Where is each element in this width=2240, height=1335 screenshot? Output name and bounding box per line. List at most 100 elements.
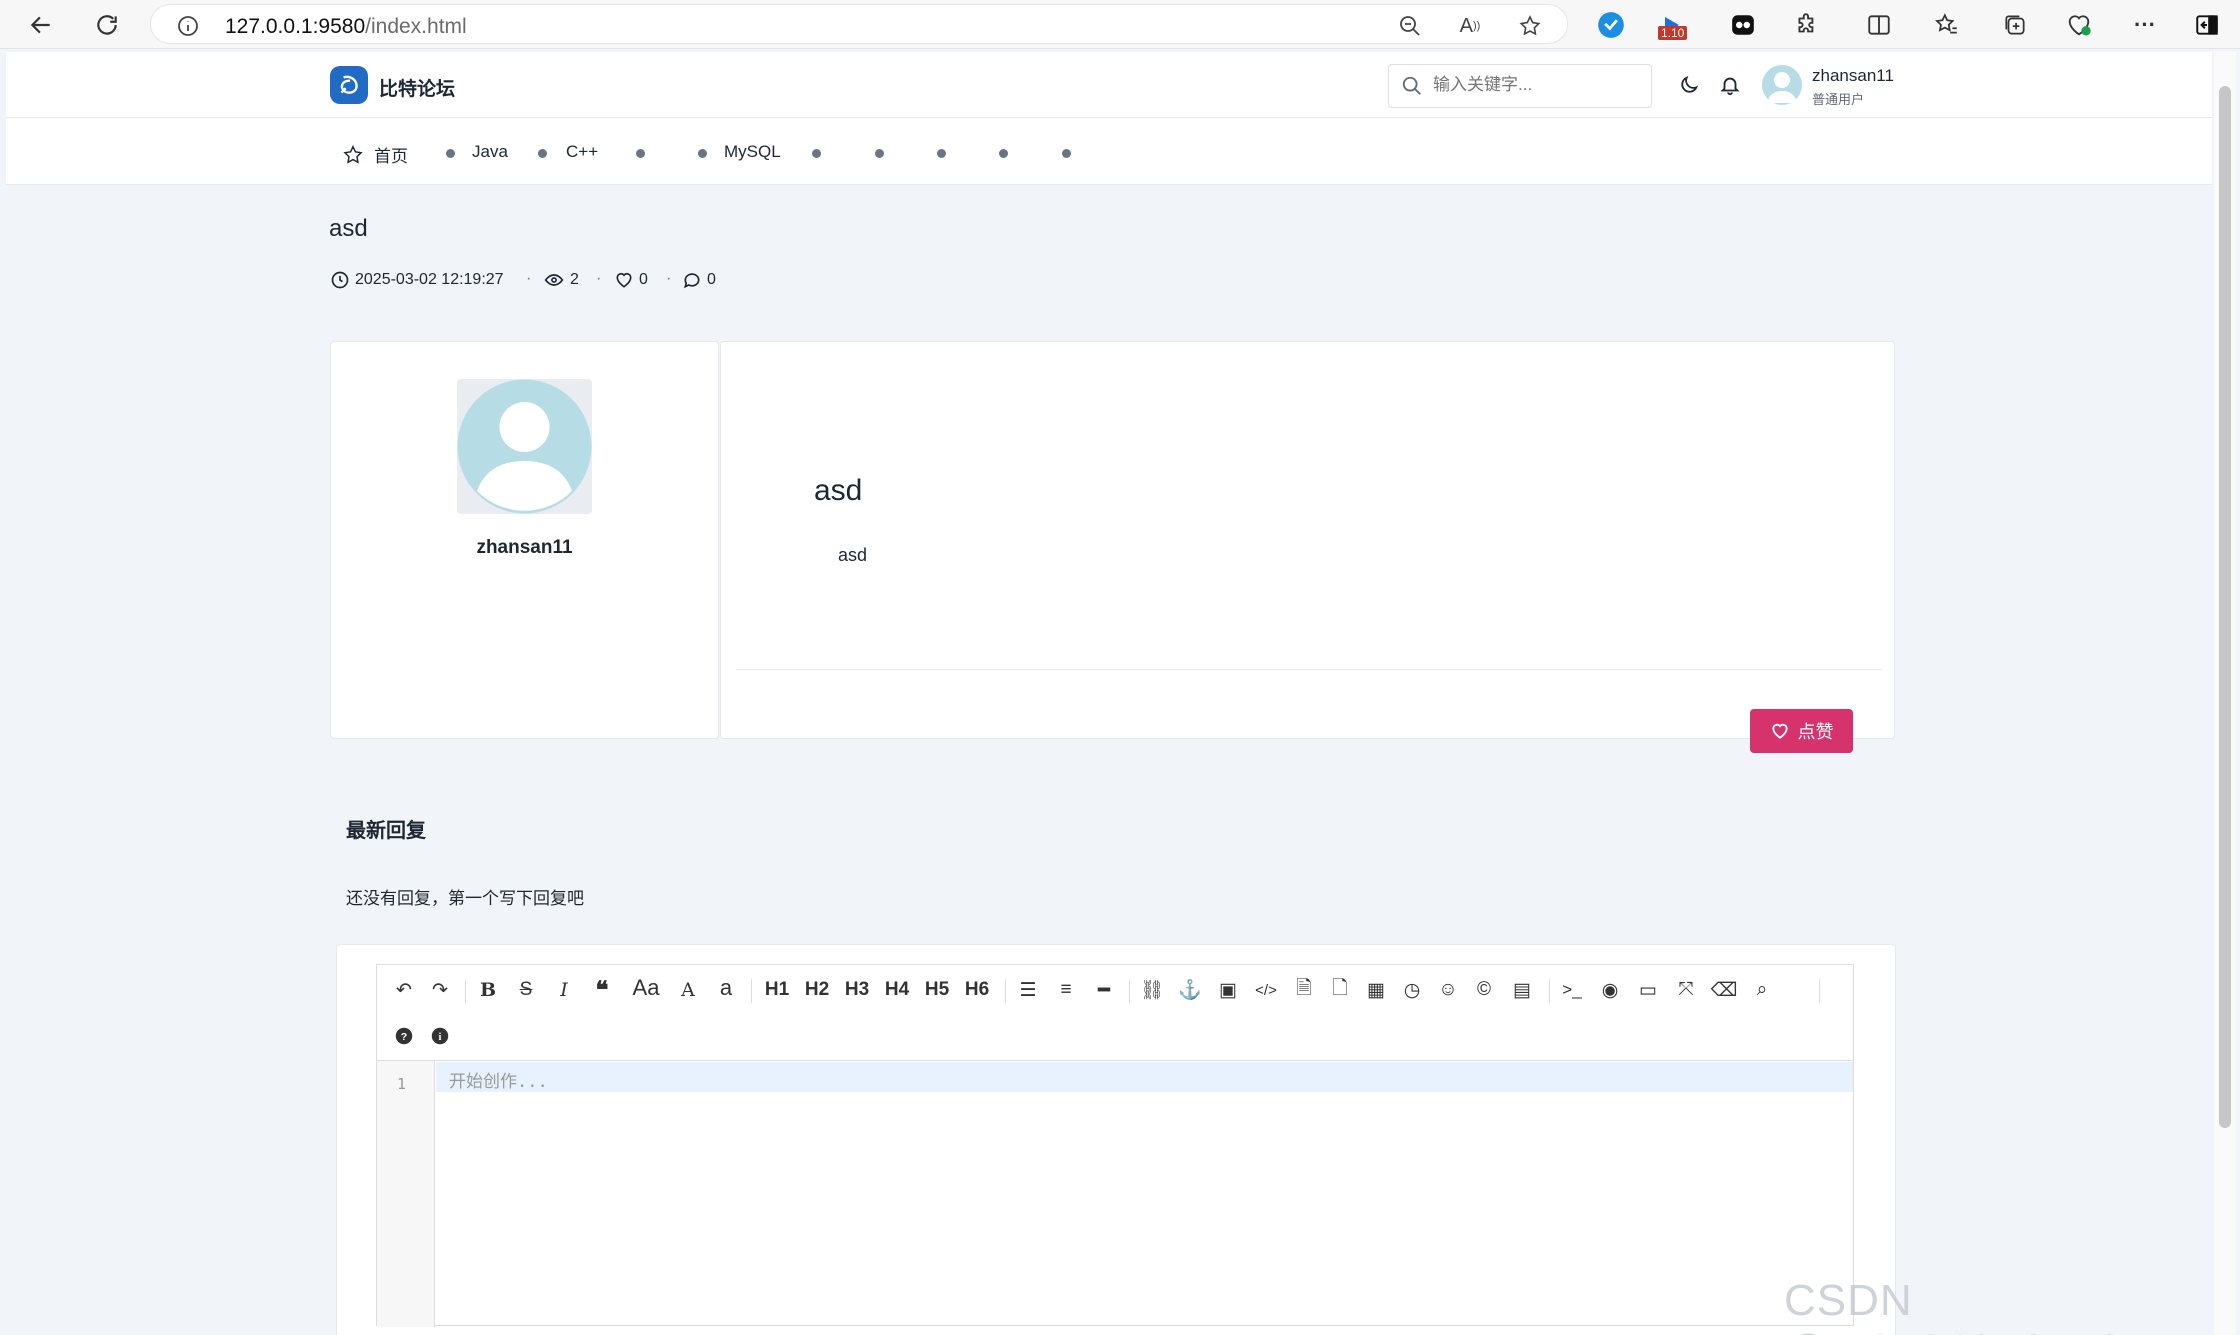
nav-item-empty[interactable] [1062,149,1071,158]
link-icon[interactable]: ⛓ [1137,975,1167,1005]
fullscreen-icon[interactable]: ⤧ [1671,975,1701,1005]
preview-desktop-icon[interactable]: ▭ [1633,975,1663,1005]
anchor-icon[interactable]: ⚓ [1175,975,1205,1005]
toolbar-separator [1129,979,1130,1003]
collections-icon[interactable] [2000,10,2030,40]
user-avatar[interactable] [1762,65,1802,105]
html-entities-icon[interactable]: © [1469,975,1499,1005]
datetime-icon[interactable]: ◷ [1397,975,1427,1005]
toolbar-separator [465,979,466,1003]
meta-separator: · [596,270,602,287]
post-datetime: 2025-03-02 12:19:27 [330,270,504,290]
notification-bell-icon[interactable] [1719,74,1741,96]
nav-item-mysql[interactable]: MySQL [724,142,781,162]
search-icon [1402,76,1421,95]
markdown-editor: ↶ ↷ B S I ❝ Aa A a H1 H2 H3 H4 H5 H6 ☰ ≡… [376,964,1854,1327]
info-icon[interactable]: i [425,1021,455,1051]
nav-item-empty[interactable] [636,149,645,158]
emoji-icon[interactable]: ☺ [1433,975,1463,1005]
content-heading: asd [814,474,863,507]
board-navigation [6,118,2212,185]
back-button[interactable] [24,8,58,42]
uppercase-icon[interactable]: Aa [625,973,667,1003]
nav-item-empty[interactable] [875,149,884,158]
favorites-icon[interactable] [1932,10,1962,40]
toolbar-separator [751,979,752,1003]
heading-h3-button[interactable]: H3 [839,975,875,1005]
nav-item-cpp[interactable]: C++ [566,142,598,162]
horizontal-rule-icon[interactable]: ━ [1089,975,1119,1005]
sidebar-toggle-icon[interactable] [2192,10,2222,40]
nav-item-empty[interactable] [937,149,946,158]
help-icon[interactable]: ? [389,1021,419,1051]
header-username[interactable]: zhansan11 [1812,66,1894,86]
nav-bullet-icon [446,149,455,158]
search-input[interactable] [1433,75,1633,95]
code-block-icon[interactable]: 🗋 [1325,975,1355,1005]
nav-item-java[interactable]: Java [472,142,508,162]
heading-h2-button[interactable]: H2 [799,975,835,1005]
browser-toolbar: 127.0.0.1:9580/index.html A)) 1.10 ··· [0,0,2240,49]
forum-logo-icon[interactable] [330,66,368,104]
table-icon[interactable]: ▦ [1361,975,1391,1005]
site-info-icon[interactable] [175,13,201,39]
replies-empty-text: 还没有回复，第一个写下回复吧 [346,889,584,908]
scrollbar-thumb[interactable] [2219,86,2231,1128]
heading-h4-button[interactable]: H4 [879,975,915,1005]
preformatted-text-icon[interactable]: 🗎 [1289,975,1319,1005]
extension-app-icon[interactable] [1728,10,1758,40]
italic-icon[interactable]: I [549,975,579,1005]
search-box[interactable] [1388,64,1652,108]
quote-icon[interactable]: ❝ [587,975,617,1005]
editor-text-area[interactable] [436,1062,1853,1092]
browser-essentials-icon[interactable] [2064,10,2094,40]
favorite-star-icon[interactable] [1517,13,1543,39]
like-button-label: 点赞 [1797,722,1834,742]
more-menu-icon[interactable]: ··· [2130,10,2160,40]
extensions-puzzle-icon[interactable] [1792,10,1822,40]
heading-h5-button[interactable]: H5 [919,975,955,1005]
bold-icon[interactable]: B [473,975,503,1005]
watch-preview-icon[interactable]: ◉ [1595,975,1625,1005]
page-viewport: 比特论坛 zhansan11 普通用户 首页 Java C++ MySQL as… [6,52,2212,1335]
nav-item-empty[interactable] [999,149,1008,158]
brand-name[interactable]: 比特论坛 [379,74,455,101]
extension-video-icon[interactable]: 1.10 [1656,10,1696,40]
undo-icon[interactable]: ↶ [389,975,419,1005]
lowercase-icon[interactable]: a [711,973,741,1003]
ucwords-icon[interactable]: A [673,975,703,1005]
reload-icon [97,15,117,35]
author-name[interactable]: zhansan11 [330,537,719,559]
like-button[interactable]: 点赞 [1750,709,1853,753]
clock-icon [331,271,349,289]
strikethrough-icon[interactable]: S [511,975,541,1005]
comment-icon [684,273,700,289]
search-icon[interactable]: ⌕ [1747,975,1777,1005]
unordered-list-icon[interactable]: ☰ [1013,975,1043,1005]
address-bar[interactable]: 127.0.0.1:9580/index.html A)) [150,4,1568,44]
toolbar-separator [1819,979,1820,1003]
author-avatar[interactable] [457,379,592,514]
code-icon[interactable]: </> [1251,975,1281,1005]
zoom-out-icon[interactable] [1397,13,1423,39]
extension-shield-icon[interactable] [1596,10,1626,40]
nav-item-home[interactable]: 首页 [342,142,408,167]
clear-eraser-icon[interactable]: ⌫ [1709,975,1739,1005]
read-aloud-icon[interactable]: A)) [1457,13,1483,39]
reload-button[interactable] [90,8,124,42]
svg-text:?: ? [401,1031,407,1043]
nav-item-label: Java [472,142,508,161]
goto-line-icon[interactable]: >_ [1557,975,1587,1005]
header-user-role: 普通用户 [1812,92,1865,107]
ordered-list-icon[interactable]: ≡ [1051,975,1081,1005]
pagebreak-icon[interactable]: ▤ [1505,975,1539,1005]
star-icon [343,144,363,164]
redo-icon[interactable]: ↷ [425,975,455,1005]
image-icon[interactable]: ▣ [1213,975,1243,1005]
heading-h6-button[interactable]: H6 [959,975,995,1005]
heading-h1-button[interactable]: H1 [759,975,795,1005]
nav-item-empty[interactable] [812,149,821,158]
content-body: asd [838,545,868,565]
dark-mode-moon-icon[interactable] [1678,74,1700,96]
split-screen-icon[interactable] [1864,10,1894,40]
